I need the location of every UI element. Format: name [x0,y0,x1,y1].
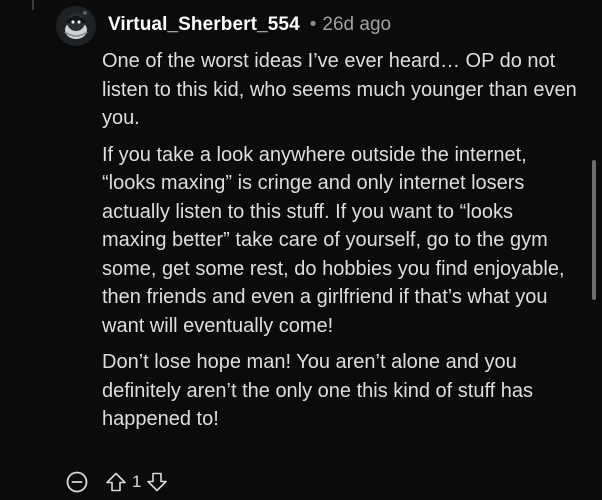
scrollbar[interactable] [592,160,596,300]
avatar[interactable] [56,6,96,46]
separator-dot: • [309,14,317,35]
comment-paragraph: Don’t lose hope man! You aren’t alone an… [102,351,534,430]
downvote-arrow-icon [147,472,168,492]
comment-actions: 1 [66,470,169,494]
comment-paragraph: One of the worst ideas I’ve ever heard… … [102,50,577,129]
collapse-button[interactable] [66,471,88,493]
username[interactable]: Virtual_Sherbert_554 [108,14,300,36]
snoo-avatar-icon [56,6,96,46]
collapse-minus-icon [66,471,88,493]
downvote-button[interactable] [145,470,169,494]
comment-body: One of the worst ideas I’ve ever heard… … [102,47,582,442]
thread-line [32,0,34,10]
comment-header: Virtual_Sherbert_554 • 26d ago [108,14,391,36]
upvote-arrow-icon [106,472,126,492]
vote-score: 1 [132,472,142,491]
comment-age: 26d ago [322,14,392,35]
comment-paragraph: If you take a look anywhere outside the … [102,143,565,337]
upvote-button[interactable] [104,470,128,494]
